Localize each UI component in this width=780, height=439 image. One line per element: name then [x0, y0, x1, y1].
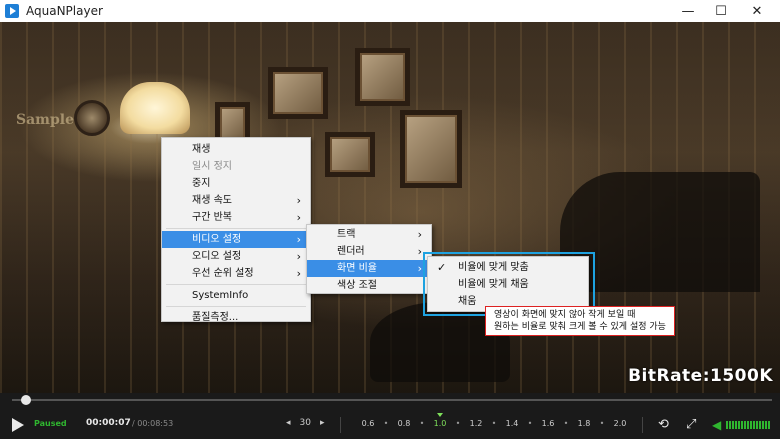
- skip-forward-icon[interactable]: ▸: [320, 418, 325, 428]
- menu-item-track[interactable]: 트랙 ›: [307, 226, 431, 243]
- dot-separator: •: [491, 419, 497, 428]
- control-bar: Paused 00:00:07 / 00:08:53 ◂ 30 ▸ 0.6 • 0…: [0, 393, 780, 439]
- menu-item-quality-measure[interactable]: 품질측정...: [162, 309, 310, 326]
- menu-item-label: 트랙: [337, 229, 356, 240]
- menu-item-pause[interactable]: 일시 정지: [162, 158, 310, 175]
- callout-tooltip: 영상이 화면에 맞지 않아 작게 보일 때 원하는 비율로 맞춰 크게 볼 수 …: [485, 306, 675, 336]
- menu-item-label: 구간 반복: [192, 212, 232, 223]
- chevron-right-icon: ›: [296, 194, 301, 207]
- chevron-right-icon: ›: [417, 262, 422, 275]
- tooltip-line: 영상이 화면에 맞지 않아 작게 보일 때: [494, 310, 636, 320]
- speed-option[interactable]: 2.0: [606, 419, 634, 428]
- window-title: AquaNPlayer: [26, 4, 103, 18]
- menu-item-label: 우선 순위 설정: [192, 268, 254, 279]
- repeat-icon[interactable]: ⟲: [658, 417, 669, 432]
- chevron-right-icon: ›: [296, 211, 301, 224]
- menu-item-label: 비디오 설정: [192, 234, 242, 245]
- menu-item-audio-settings[interactable]: 오디오 설정 ›: [162, 248, 310, 265]
- speed-option[interactable]: 0.6: [354, 419, 382, 428]
- menu-item-section-repeat[interactable]: 구간 반복 ›: [162, 209, 310, 226]
- context-menu: 재생 일시 정지 중지 재생 속도 › 구간 반복 › 비디오 설정 › 오디오 설정…: [161, 137, 311, 323]
- speed-option-active[interactable]: 1.0: [426, 413, 454, 428]
- chevron-right-icon: ›: [417, 245, 422, 258]
- chevron-right-icon: ›: [417, 228, 422, 241]
- menu-separator: [166, 306, 306, 307]
- dot-separator: •: [419, 419, 425, 428]
- tooltip-line: 원하는 비율로 맞춰 크게 볼 수 있게 설정 가능: [494, 322, 666, 332]
- divider: [642, 417, 643, 433]
- menu-item-video-settings[interactable]: 비디오 설정 ›: [162, 231, 310, 248]
- play-icon[interactable]: [12, 418, 24, 432]
- seek-handle[interactable]: [20, 395, 31, 405]
- menu-item-label: 품질측정...: [192, 312, 239, 323]
- current-time: 00:00:07: [86, 418, 131, 428]
- menu-item-renderer[interactable]: 렌더러 ›: [307, 243, 431, 260]
- menu-item-color-adjust[interactable]: 색상 조절: [307, 277, 431, 294]
- menu-item-label: 오디오 설정: [192, 251, 242, 262]
- menu-item-label: 재생: [192, 144, 211, 155]
- menu-item-label: SystemInfo: [192, 290, 249, 301]
- picture-frame: [268, 67, 328, 119]
- wall-clock: [74, 100, 110, 136]
- speed-option[interactable]: 1.4: [498, 419, 526, 428]
- menu-item-label: 중지: [192, 178, 211, 189]
- menu-item-label: 렌더러: [337, 246, 365, 257]
- skip-control: ◂ 30 ▸: [286, 418, 325, 428]
- menu-item-playback-speed[interactable]: 재생 속도 ›: [162, 192, 310, 209]
- skip-back-icon[interactable]: ◂: [286, 418, 291, 428]
- menu-separator: [166, 228, 306, 229]
- picture-frame: [400, 110, 462, 188]
- skip-seconds: 30: [299, 418, 311, 428]
- playback-status: Paused: [34, 419, 67, 428]
- speed-option[interactable]: 1.2: [462, 419, 490, 428]
- speed-option[interactable]: 1.8: [570, 419, 598, 428]
- dot-separator: •: [383, 419, 389, 428]
- speed-option[interactable]: 0.8: [390, 419, 418, 428]
- menu-item-priority-settings[interactable]: 우선 순위 설정 ›: [162, 265, 310, 282]
- menu-item-label: 재생 속도: [192, 195, 232, 206]
- picture-frame: [355, 48, 410, 106]
- menu-item-label: 화면 비율: [337, 263, 377, 274]
- volume-icon[interactable]: ◀: [712, 418, 721, 432]
- lamp-light: [120, 82, 190, 134]
- menu-item-label: 일시 정지: [192, 161, 232, 172]
- close-button[interactable]: ✕: [734, 0, 780, 22]
- fullscreen-icon[interactable]: ⤢: [686, 417, 696, 432]
- chevron-right-icon: ›: [296, 267, 301, 280]
- divider: [340, 417, 341, 433]
- menu-item-systeminfo[interactable]: SystemInfo: [162, 287, 310, 304]
- video-settings-submenu: 트랙 › 렌더러 › 화면 비율 › 색상 조절: [306, 224, 432, 294]
- bitrate-label: BitRate:1500K: [628, 366, 773, 386]
- video-area[interactable]: Sample BitRate:1500K: [0, 22, 780, 393]
- menu-item-label: 색상 조절: [337, 280, 377, 291]
- picture-frame: [325, 132, 375, 177]
- speed-option[interactable]: 1.6: [534, 419, 562, 428]
- title-bar: AquaNPlayer — ☐ ✕: [0, 0, 780, 22]
- speed-selector: 0.6 • 0.8 • 1.0 • 1.2 • 1.4 • 1.6 • 1.8 • 2.0: [354, 413, 634, 428]
- menu-item-play[interactable]: 재생: [162, 141, 310, 158]
- chevron-right-icon: ›: [296, 250, 301, 263]
- menu-item-aspect-ratio[interactable]: 화면 비율 ›: [307, 260, 431, 277]
- menu-separator: [166, 284, 306, 285]
- menu-item-stop[interactable]: 중지: [162, 175, 310, 192]
- dot-separator: •: [455, 419, 461, 428]
- dot-separator: •: [527, 419, 533, 428]
- dot-separator: •: [599, 419, 605, 428]
- total-duration: / 00:08:53: [132, 419, 174, 428]
- app-logo-icon: [5, 4, 19, 18]
- sample-watermark: Sample: [16, 112, 75, 128]
- chevron-right-icon: ›: [296, 233, 301, 246]
- dot-separator: •: [563, 419, 569, 428]
- seek-bar[interactable]: [12, 399, 772, 401]
- volume-slider[interactable]: [726, 421, 770, 429]
